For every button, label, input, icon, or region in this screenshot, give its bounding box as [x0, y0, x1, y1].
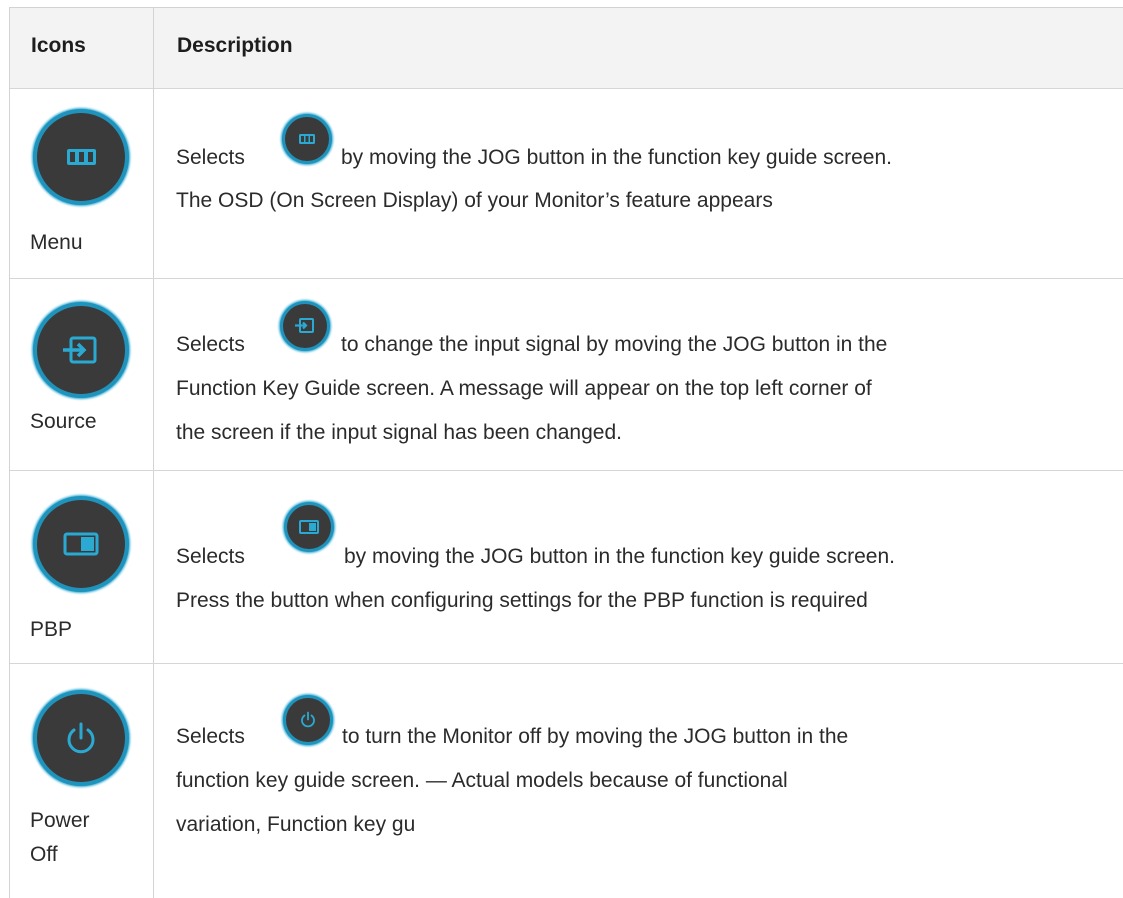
header-icons: Icons: [31, 34, 86, 57]
desc-line: by moving the JOG button in the function…: [344, 545, 895, 568]
row-divider: [10, 470, 1123, 471]
column-divider: [153, 8, 154, 898]
row-label-source: Source: [30, 410, 97, 433]
desc-line: variation, Function key gu: [176, 813, 416, 836]
desc-line: The OSD (On Screen Display) of your Moni…: [176, 189, 773, 212]
desc-selects: Selects: [176, 725, 245, 748]
desc-selects: Selects: [176, 545, 245, 568]
pbp-icon: [287, 505, 331, 549]
desc-line: to change the input signal by moving the…: [341, 333, 888, 356]
desc-line: function key guide screen. — Actual mode…: [176, 769, 788, 792]
power-icon: [37, 694, 125, 782]
row-label-power-off: Power Off: [30, 809, 90, 866]
row-divider: [10, 663, 1123, 664]
row-label-menu: Menu: [30, 231, 83, 254]
desc-line: Function Key Guide screen. A message wil…: [176, 377, 872, 400]
menu-icon: [37, 113, 125, 201]
function-key-table: Icons Description Menu Selects by moving…: [9, 7, 1123, 898]
desc-selects: Selects: [176, 333, 245, 356]
desc-line: by moving the JOG button in the function…: [341, 146, 892, 169]
menu-icon: [285, 117, 329, 161]
source-icon: [283, 304, 327, 348]
desc-line: Press the button when configuring settin…: [176, 589, 868, 612]
desc-line: to turn the Monitor off by moving the JO…: [342, 725, 849, 748]
desc-line: the screen if the input signal has been …: [176, 421, 622, 444]
power-icon: [286, 698, 330, 742]
desc-selects: Selects: [176, 146, 245, 169]
header-description: Description: [177, 34, 293, 57]
pbp-icon: [37, 500, 125, 588]
source-icon: [37, 306, 125, 394]
row-label-pbp: PBP: [30, 618, 73, 641]
row-divider: [10, 278, 1123, 279]
